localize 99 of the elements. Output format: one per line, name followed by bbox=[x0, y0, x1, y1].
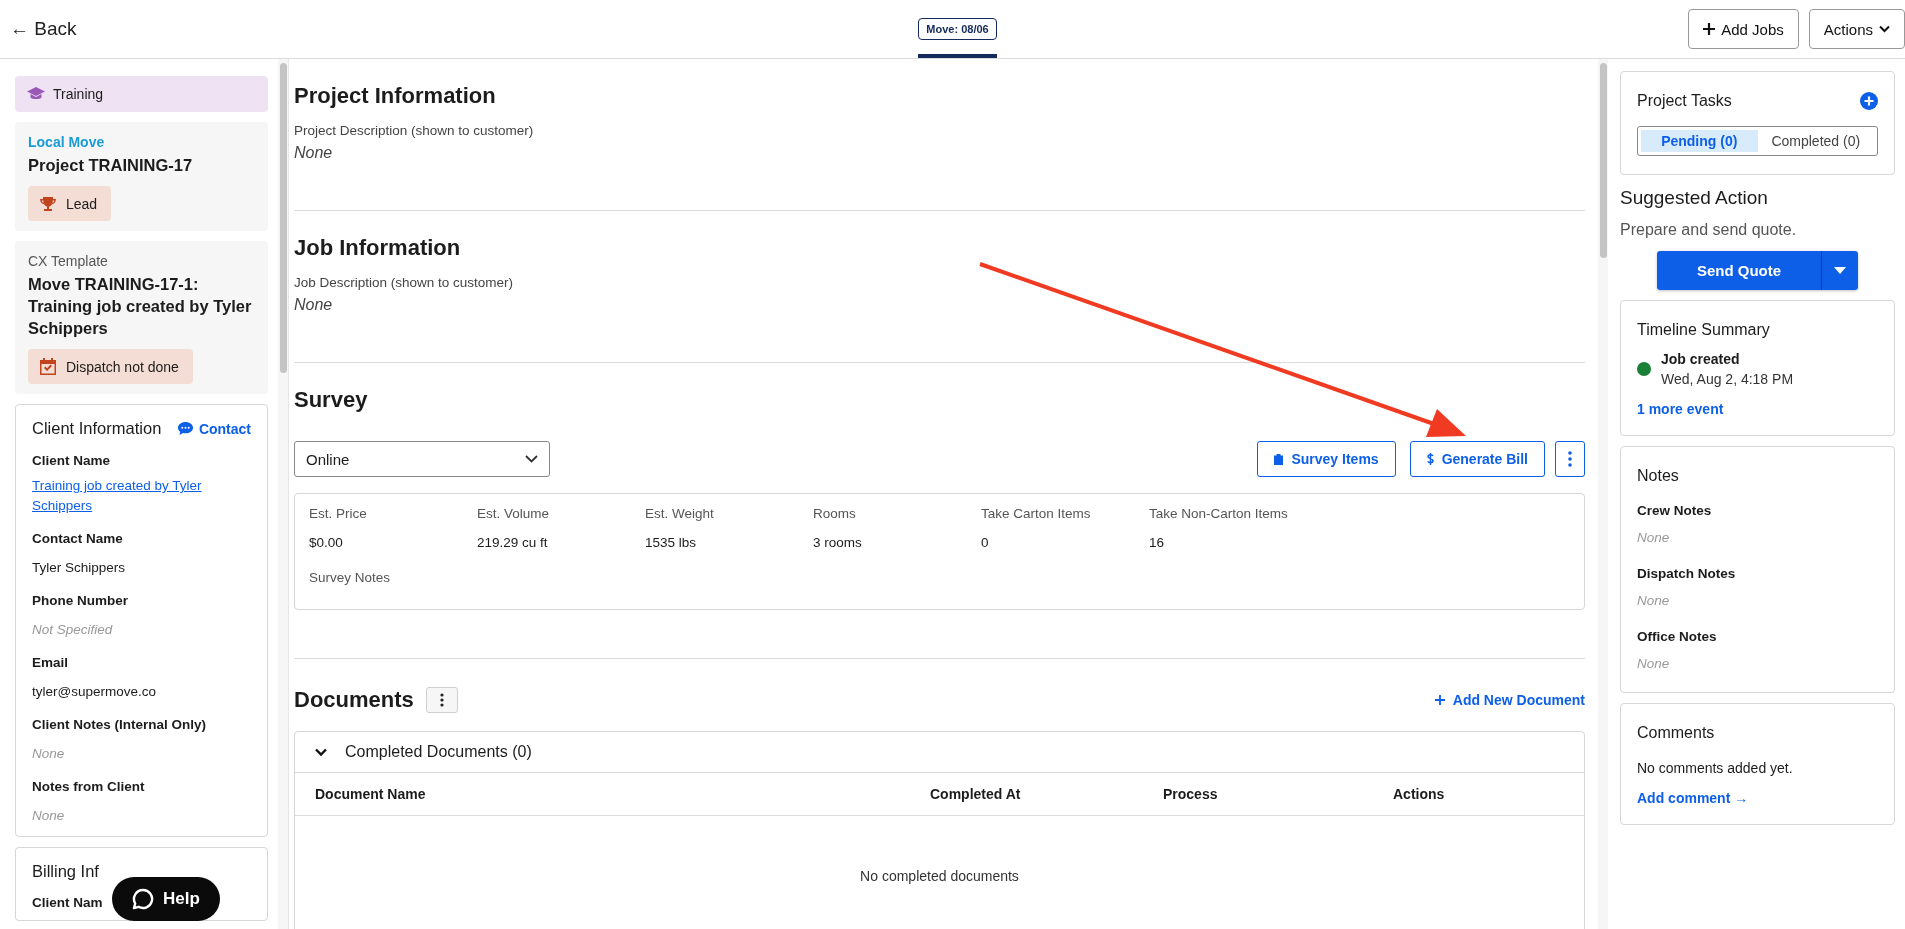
stat-label: Take Non-Carton Items bbox=[1149, 506, 1289, 521]
card-title: Notes bbox=[1637, 467, 1680, 485]
column-header: Process bbox=[1163, 786, 1219, 802]
section-title: Project Information bbox=[294, 83, 497, 109]
description-label: Job Description (shown to customer) bbox=[294, 275, 515, 290]
vertical-dots-icon bbox=[439, 693, 444, 707]
badge-label: Training bbox=[53, 86, 104, 102]
chat-bubble-icon bbox=[177, 422, 193, 435]
field-label: Phone Number bbox=[32, 593, 129, 608]
chevron-down-icon bbox=[525, 455, 538, 463]
field-value: Tyler Schippers bbox=[32, 559, 127, 577]
field-label: Email bbox=[32, 655, 70, 670]
suggested-action-title: Suggested Action bbox=[1620, 187, 1769, 209]
description-label: Project Description (shown to customer) bbox=[294, 123, 535, 138]
panel-title: Completed Documents (0) bbox=[345, 743, 532, 761]
note-value: None bbox=[1637, 529, 1671, 547]
column-header: Document Name bbox=[315, 786, 427, 802]
field-label: Contact Name bbox=[32, 531, 124, 546]
field-label: Client Notes (Internal Only) bbox=[32, 717, 208, 732]
dropdown-toggle-button[interactable] bbox=[1821, 251, 1858, 290]
task-filter-tab[interactable]: Pending (0) bbox=[1641, 130, 1758, 152]
add-circle-icon[interactable] bbox=[1860, 92, 1878, 110]
field-value: None bbox=[32, 807, 66, 825]
note-value: None bbox=[1637, 592, 1671, 610]
add-comment-link[interactable]: Add comment → bbox=[1637, 790, 1878, 806]
empty-message: No completed documents bbox=[860, 868, 1019, 884]
stat-label: Take Carton Items bbox=[981, 506, 1092, 521]
add-document-link[interactable]: Add New Document bbox=[1434, 692, 1585, 708]
send-quote-button[interactable]: Send Quote bbox=[1657, 251, 1821, 290]
stat-label: Est. Price bbox=[309, 506, 368, 521]
scrollbar-thumb[interactable] bbox=[279, 63, 287, 373]
scrollbar-thumb[interactable] bbox=[1599, 63, 1607, 258]
dollar-sign-icon bbox=[1426, 453, 1434, 465]
help-button[interactable]: Help bbox=[112, 877, 220, 921]
caret-icon bbox=[1834, 267, 1846, 274]
event-time: Wed, Aug 2, 4:18 PM bbox=[1661, 371, 1794, 387]
note-label: Office Notes bbox=[1637, 629, 1718, 644]
actions-button[interactable]: Actions bbox=[1808, 9, 1905, 49]
more-options-button[interactable] bbox=[1555, 441, 1585, 477]
card-title: Project Tasks bbox=[1637, 92, 1732, 110]
vertical-dots-icon bbox=[1568, 451, 1572, 467]
stat-value: 3 rooms bbox=[813, 535, 863, 550]
stat-value: $0.00 bbox=[309, 535, 344, 550]
client-name-link[interactable]: Training job created by Tyler Schippers bbox=[32, 476, 251, 516]
task-filter-tab[interactable]: Completed (0) bbox=[1757, 130, 1874, 152]
section-title: Survey bbox=[294, 387, 369, 413]
stat-label: Est. Volume bbox=[477, 506, 551, 521]
card-title: Timeline Summary bbox=[1637, 321, 1771, 339]
suggested-action-text: Prepare and send quote. bbox=[1620, 221, 1798, 239]
speech-bubble-icon bbox=[132, 888, 155, 910]
description-value: None bbox=[294, 144, 334, 162]
event-title: Job created bbox=[1661, 351, 1741, 367]
plus-icon bbox=[1434, 695, 1445, 705]
card-title: Comments bbox=[1637, 724, 1716, 742]
panel-header[interactable]: Completed Documents (0) bbox=[295, 732, 1584, 773]
survey-items-button[interactable]: Survey Items bbox=[1257, 441, 1396, 477]
project-type: Local Move bbox=[28, 134, 106, 150]
survey-notes-label: Survey Notes bbox=[309, 570, 392, 585]
more-events-link[interactable]: 1 more event bbox=[1637, 401, 1878, 417]
survey-type-select[interactable]: Online bbox=[294, 441, 550, 477]
field-value: None bbox=[32, 745, 66, 763]
field-value: tyler@supermove.co bbox=[32, 683, 157, 701]
column-header: Completed At bbox=[930, 786, 1022, 802]
section-title: Job Information bbox=[294, 235, 462, 261]
stat-label: Rooms bbox=[813, 506, 857, 521]
back-link[interactable]: ← Back bbox=[10, 18, 77, 40]
graduation-cap-icon bbox=[27, 87, 45, 101]
stat-value: 0 bbox=[981, 535, 990, 550]
generate-bill-button[interactable]: Generate Bill bbox=[1409, 441, 1545, 477]
status-label: Lead bbox=[66, 195, 98, 212]
calendar-check-icon bbox=[40, 358, 56, 375]
status-label: Dispatch not done bbox=[66, 358, 179, 375]
add-jobs-button[interactable]: Add Jobs bbox=[1688, 9, 1799, 49]
move-tab[interactable]: Move: 08/06 bbox=[918, 18, 997, 40]
comments-empty-text: No comments added yet. bbox=[1637, 760, 1794, 776]
card-title: Client Information bbox=[32, 419, 162, 438]
contact-link[interactable]: Contact bbox=[177, 420, 251, 437]
job-title: Move TRAINING-17-1: Training job created by Tyler Schippers bbox=[28, 274, 253, 339]
clipboard-icon bbox=[1274, 453, 1284, 465]
trophy-icon bbox=[40, 195, 56, 212]
note-label: Dispatch Notes bbox=[1637, 566, 1737, 581]
stat-label: Est. Weight bbox=[645, 506, 715, 521]
description-value: None bbox=[294, 296, 334, 314]
field-label: Client Nam bbox=[32, 895, 103, 910]
plus-icon bbox=[1703, 23, 1716, 35]
stat-value: 219.29 cu ft bbox=[477, 535, 549, 550]
field-value: Not Specified bbox=[32, 621, 114, 639]
field-label: Client Name bbox=[32, 453, 112, 468]
note-label: Crew Notes bbox=[1637, 503, 1713, 518]
column-header: Actions bbox=[1393, 786, 1446, 802]
card-title: Billing Inf bbox=[32, 862, 99, 881]
stat-value: 16 bbox=[1149, 535, 1166, 550]
project-title: Project TRAINING-17 bbox=[28, 155, 194, 176]
stat-value: 1535 lbs bbox=[645, 535, 698, 550]
field-label: Notes from Client bbox=[32, 779, 146, 794]
chevron-down-icon bbox=[1879, 25, 1890, 33]
section-title: Documents bbox=[294, 687, 414, 713]
note-value: None bbox=[1637, 655, 1671, 673]
template-label: CX Template bbox=[28, 253, 109, 269]
